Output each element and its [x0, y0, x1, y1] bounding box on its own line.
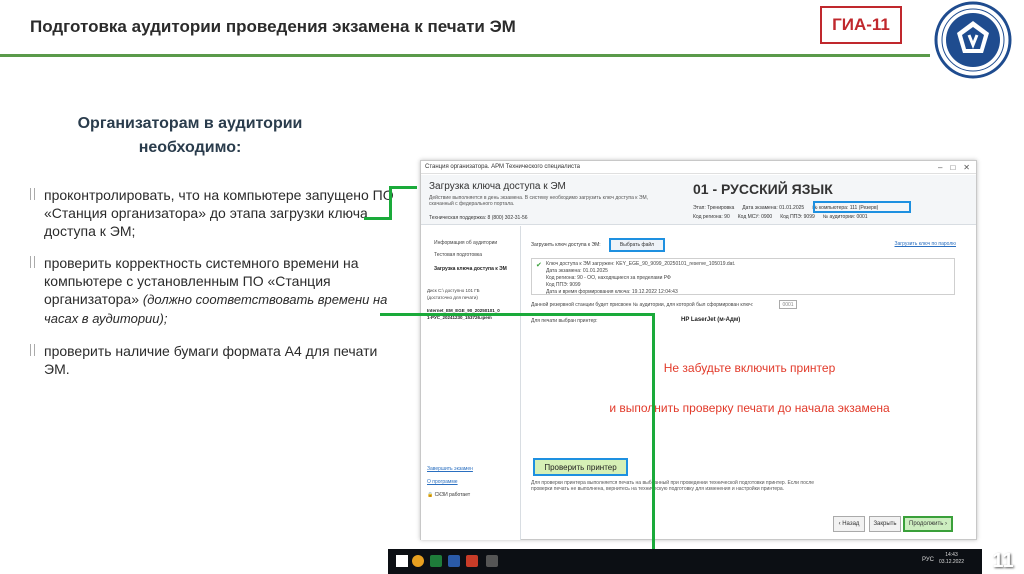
key-loaded-text: Ключ доступа к ЭМ загружен: KEY_EGE_90_9… [546, 261, 736, 267]
exam-codes-row: Код региона: 90 Код МСУ: 0900 Код ППЭ: 9… [693, 214, 868, 220]
close-icon[interactable]: ✕ [963, 163, 970, 172]
page-number: 11 [992, 550, 1014, 572]
callout-line-2 [380, 313, 654, 316]
load-key-label: Загрузить ключ доступа к ЭМ: [531, 242, 601, 248]
organizers-heading: Организаторам в аудитории необходимо: [77, 115, 303, 156]
disk-space: Диск С:\ доступно 101 ГБ [427, 288, 480, 293]
window-title: Станция организатора. АРМ Технического с… [425, 164, 581, 170]
taskbar-time: 14:43 [945, 552, 958, 558]
key-region: Код региона: 90 - ОО, находящиеся за пре… [546, 275, 671, 281]
callout-line-2-vertical [652, 313, 655, 554]
load-by-password-link[interactable]: Загрузить ключ по паролю [895, 241, 957, 247]
key-created: Дата и время формирования ключа: 19.12.2… [546, 289, 678, 295]
minimize-icon[interactable]: – [938, 163, 942, 172]
taskbar-date: 03.12.2022 [938, 559, 964, 565]
disk-space-note: (достаточно для печати) [427, 295, 478, 300]
steps-sidebar: Информация об аудитории Тестовая подгото… [421, 226, 521, 540]
bullet-marker-icon [30, 188, 35, 200]
instruction-item: проверить корректность системного времен… [28, 254, 398, 328]
chrome-icon[interactable] [412, 555, 424, 567]
checkmark-icon: ✔ [536, 262, 542, 269]
step-content: Загрузить ключ доступа к ЭМ: Выбрать фай… [523, 226, 976, 540]
quality-center-logo-icon [934, 1, 1012, 79]
sidebar-item-test-prep[interactable]: Тестовая подготовка [434, 252, 482, 258]
msu-code: Код МСУ: 0900 [737, 214, 773, 220]
printer-reminder-line2: и выполнить проверку печати до начала эк… [609, 401, 890, 415]
callout-line-1-top [389, 186, 417, 189]
gia-badge: ГИА-11 [820, 6, 902, 44]
taskbar-clock[interactable]: 14:43 03.12.2022 [939, 552, 964, 566]
printer-reminder-line1: Не забудьте включить принтер [663, 361, 836, 375]
key-ppe: Код ППЭ: 9099 [546, 282, 581, 288]
reserve-room-value: 0001 [779, 300, 797, 309]
excel-icon[interactable] [430, 555, 442, 567]
back-button[interactable]: ‹ Назад [833, 516, 865, 532]
powerpoint-icon[interactable] [466, 555, 478, 567]
lock-icon: 🔒 [427, 492, 434, 498]
instruction-text: проконтролировать, что на компьютере зап… [44, 187, 394, 239]
step-title: Загрузка ключа доступа к ЭМ [429, 181, 566, 192]
station-window: Станция организатора. АРМ Технического с… [420, 160, 977, 540]
key-info-box: ✔ Ключ доступа к ЭМ загружен: KEY_EGE_90… [531, 258, 955, 295]
windows-taskbar: РУС 14:43 03.12.2022 [388, 549, 982, 574]
callout-line-1 [364, 217, 392, 220]
exam-subject: 01 - РУССКИЙ ЯЗЫК [693, 181, 833, 197]
instruction-list: проконтролировать, что на компьютере зап… [28, 186, 398, 392]
exam-stage: Этап: Тренировка [693, 205, 735, 211]
printer-label: Для печати выбран принтер: [531, 318, 598, 324]
check-printer-description: Для проверки принтера выполняется печать… [531, 480, 815, 492]
word-icon[interactable] [448, 555, 460, 567]
instruction-item: проконтролировать, что на компьютере зап… [28, 186, 398, 240]
instruction-item: проверить наличие бумаги формата А4 для … [28, 342, 398, 378]
bullet-marker-icon [30, 344, 35, 356]
check-printer-button[interactable]: Проверить принтер [533, 458, 628, 476]
key-exam-date: Дата экзамена: 01.01.2025 [546, 268, 608, 274]
sidebar-item-key-load[interactable]: Загрузка ключа доступа к ЭМ [434, 266, 507, 272]
skzi-status-label: СКЗИ работает [434, 492, 471, 498]
callout-line-1-vertical [389, 186, 392, 220]
end-exam-link[interactable]: Завершить экзамен [427, 466, 473, 472]
exam-date: Дата экзамена: 01.01.2025 [742, 205, 805, 211]
reserve-room-text: Данной резервной станции будет присвоен … [531, 302, 754, 308]
select-file-button[interactable]: Выбрать файл [609, 238, 665, 252]
close-button[interactable]: Закрыть [869, 516, 901, 532]
sidebar-item-room-info[interactable]: Информация об аудитории [434, 240, 497, 246]
region-code: Код региона: 90 [693, 214, 730, 220]
about-link[interactable]: О программе [427, 479, 458, 485]
header-divider [0, 54, 930, 57]
window-controls: – □ ✕ [938, 163, 976, 172]
language-indicator[interactable]: РУС [922, 557, 934, 563]
step-description: Действие выполняется в день экзамена. В … [429, 195, 649, 207]
instruction-text: проверить наличие бумаги формата А4 для … [44, 343, 378, 377]
step-header: Загрузка ключа доступа к ЭМ Действие вып… [421, 175, 976, 225]
slide-title: Подготовка аудитории проведения экзамена… [30, 17, 516, 36]
skzi-status: 🔒 СКЗИ работает [427, 492, 470, 498]
app-icon[interactable] [486, 555, 498, 567]
window-titlebar: Станция организатора. АРМ Технического с… [421, 161, 976, 174]
maximize-icon[interactable]: □ [950, 163, 955, 172]
printer-name: HP LaserJet (м-Адм) [681, 317, 741, 323]
support-phone: Техническая поддержка: 8 (800) 302-31-56 [429, 215, 528, 221]
bullet-marker-icon [30, 256, 35, 268]
ppe-code: Код ППЭ: 9099 [780, 214, 815, 220]
room-number: № аудитории: 0001 [822, 214, 868, 220]
start-icon[interactable] [396, 555, 408, 567]
continue-button[interactable]: Продолжить › [903, 516, 953, 532]
computer-number-highlight [813, 201, 911, 213]
